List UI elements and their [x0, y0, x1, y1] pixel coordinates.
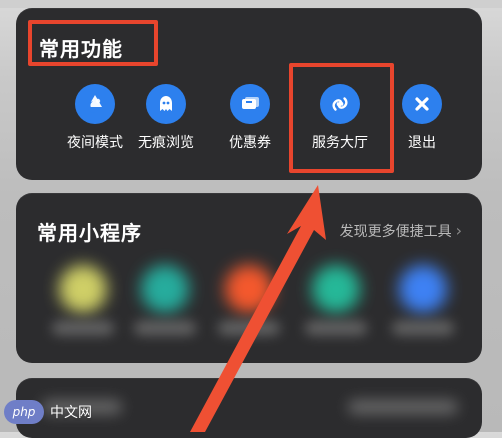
coupon-icon [230, 84, 270, 124]
coupon-button[interactable]: 优惠券 [204, 84, 296, 152]
incognito-label: 无痕浏览 [138, 135, 194, 151]
php-logo-text: php [12, 405, 36, 419]
blurred-mini-program-icon[interactable]: #25c09e [312, 265, 360, 313]
service-hall-button[interactable]: 服务大厅 [294, 84, 386, 152]
night-mode-icon [75, 84, 115, 124]
blurred-mini-program-icon[interactable]: #26b3a3 [141, 265, 189, 313]
incognito-ghost-icon [146, 84, 186, 124]
exit-button[interactable]: 退出 [376, 84, 468, 152]
blurred-mini-program-icon[interactable]: #ff5b2d [225, 265, 273, 313]
blurred-mini-program-icon[interactable]: #3f86ff [399, 265, 447, 313]
common-functions-card: 常用功能 夜间模式 无痕浏览 优惠券 服务大厅 退出 [16, 8, 482, 180]
blurred-mini-program-label [52, 321, 114, 335]
php-logo-icon: php [4, 400, 44, 424]
exit-label: 退出 [408, 135, 436, 151]
blurred-mini-program-label [134, 321, 196, 335]
discover-more-tools-label: 发现更多便捷工具 [339, 224, 452, 240]
common-functions-title: 常用功能 [39, 37, 123, 61]
mini-programs-title: 常用小程序 [37, 221, 142, 245]
service-hall-label: 服务大厅 [312, 135, 368, 151]
chevron-right-icon: › [455, 221, 462, 240]
blurred-bottom-link [348, 400, 458, 414]
blurred-mini-program-label [392, 321, 454, 335]
site-watermark: php 中文网 [4, 398, 92, 426]
incognito-button[interactable]: 无痕浏览 [120, 84, 212, 152]
service-hall-icon [320, 84, 360, 124]
blurred-mini-program-label [305, 321, 367, 335]
blurred-mini-program-label [218, 321, 280, 335]
mini-programs-card: 常用小程序 发现更多便捷工具› #d8d86a #26b3a3 #ff5b2d … [16, 193, 482, 363]
top-background-strip [0, 0, 502, 8]
watermark-text: 中文网 [50, 405, 92, 421]
discover-more-tools-link[interactable]: 发现更多便捷工具 › [340, 221, 462, 241]
exit-x-icon [402, 84, 442, 124]
blurred-mini-program-icon[interactable]: #d8d86a [59, 265, 107, 313]
coupon-label: 优惠券 [229, 135, 271, 151]
